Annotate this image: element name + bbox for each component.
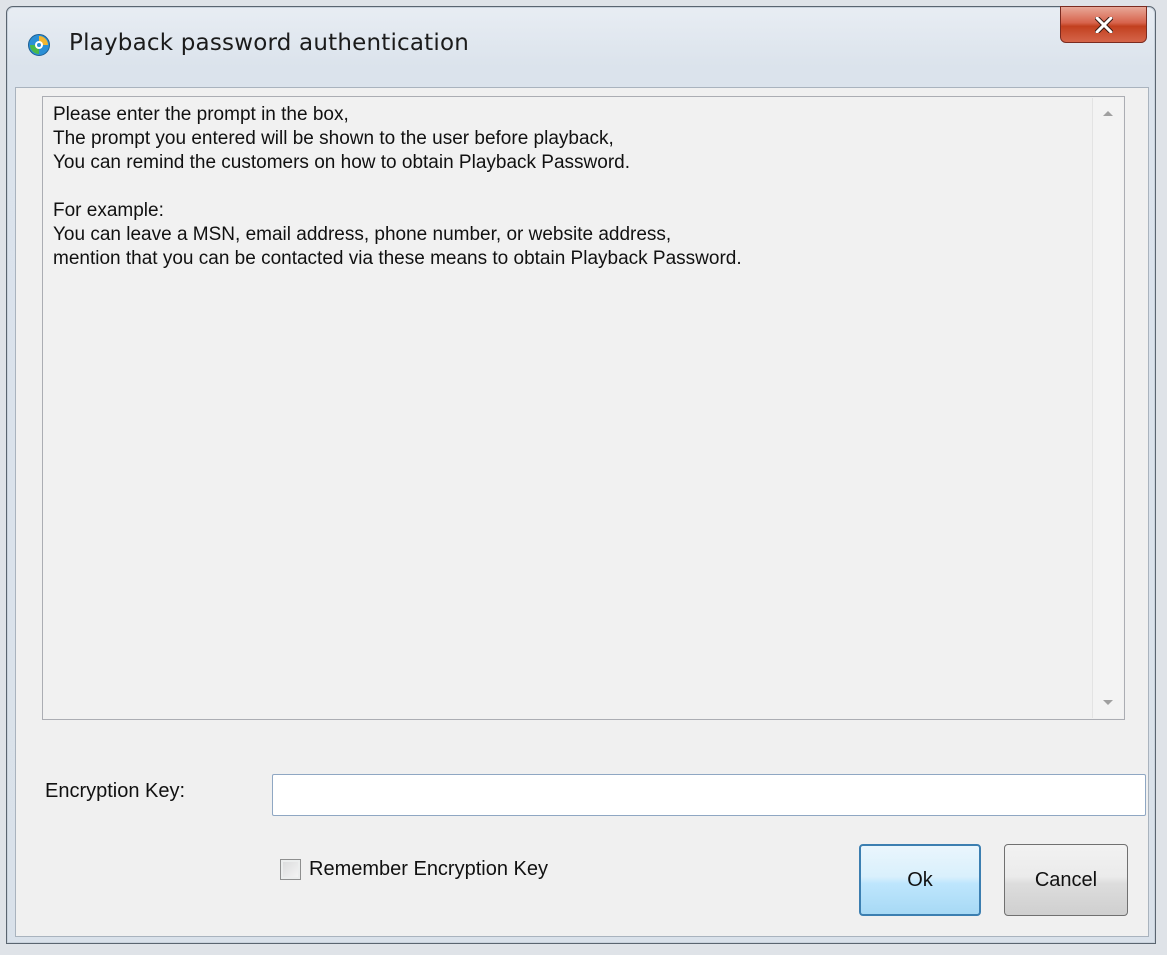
arrow-up-icon	[1103, 111, 1113, 116]
scroll-up-button[interactable]	[1093, 98, 1123, 128]
dialog-window: Playback password authentication Please …	[6, 6, 1156, 944]
ok-button[interactable]: Ok	[859, 844, 981, 916]
remember-key-option[interactable]: Remember Encryption Key	[280, 858, 548, 881]
window-title: Playback password authentication	[69, 30, 470, 56]
dialog-body: Please enter the prompt in the box, The …	[15, 87, 1149, 937]
close-button[interactable]	[1060, 6, 1147, 43]
app-logo-icon	[28, 34, 50, 56]
remember-key-label[interactable]: Remember Encryption Key	[309, 858, 548, 881]
vertical-scrollbar[interactable]	[1092, 98, 1123, 718]
scroll-down-button[interactable]	[1093, 688, 1123, 718]
prompt-textarea[interactable]: Please enter the prompt in the box, The …	[42, 96, 1125, 720]
encryption-key-label: Encryption Key:	[45, 780, 186, 802]
prompt-text[interactable]: Please enter the prompt in the box, The …	[53, 103, 1084, 713]
cancel-button[interactable]: Cancel	[1004, 844, 1128, 916]
title-bar[interactable]: Playback password authentication	[7, 6, 1155, 87]
remember-key-checkbox[interactable]	[280, 859, 301, 880]
arrow-down-icon	[1103, 700, 1113, 705]
encryption-key-input[interactable]	[272, 774, 1146, 816]
close-icon	[1094, 16, 1113, 33]
